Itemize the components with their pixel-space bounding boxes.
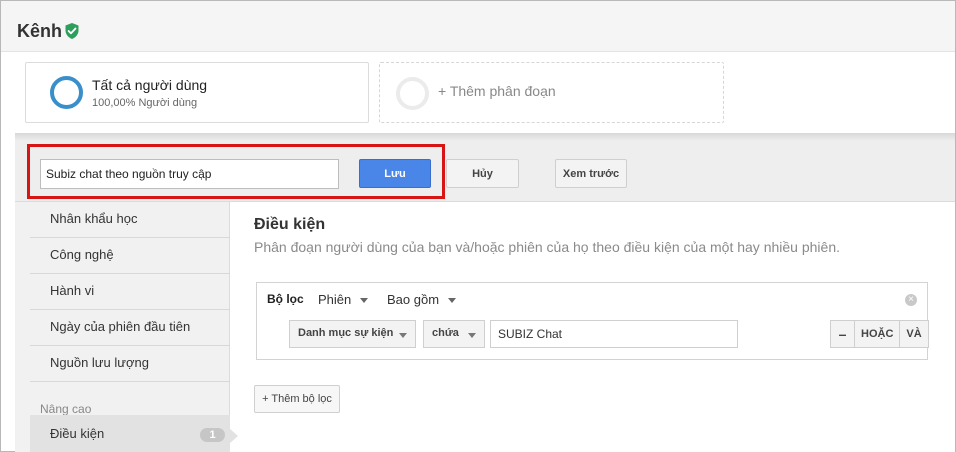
- sidebar-item-conditions[interactable]: Điều kiện 1: [30, 415, 230, 452]
- filter-include-value: Bao gồm: [387, 292, 440, 307]
- preview-button[interactable]: Xem trước: [555, 159, 627, 188]
- sidebar-item-traffic-sources[interactable]: Nguồn lưu lượng: [30, 346, 230, 382]
- chevron-down-icon: [399, 333, 407, 338]
- filter-label: Bộ lọc: [267, 292, 304, 306]
- filter-scope-dropdown[interactable]: Phiên: [318, 292, 369, 307]
- empty-segment-ring-icon: [396, 77, 429, 110]
- title-bar: Kênh: [1, 1, 955, 52]
- logic-button-group: – HOẶC VÀ: [830, 320, 929, 348]
- sidebar-item-technology[interactable]: Công nghệ: [30, 238, 230, 274]
- editor-shadow: [15, 133, 955, 141]
- filter-value-input[interactable]: [490, 320, 738, 348]
- filter-include-dropdown[interactable]: Bao gồm: [387, 292, 457, 307]
- sidebar-item-demographics[interactable]: Nhân khẩu học: [30, 202, 230, 238]
- report-header: Kênh Tất cả người dùng 100,00% Người dùn…: [1, 1, 955, 133]
- add-segment-label: + Thêm phân đoạn: [438, 83, 556, 99]
- segment-editor-toolbar: Lưu Hủy Xem trước: [15, 141, 955, 202]
- remove-condition-button[interactable]: –: [831, 321, 855, 347]
- filter-box: Bộ lọc Phiên Bao gồm × Danh mục sự kiện …: [256, 282, 929, 360]
- segment-editor: Lưu Hủy Xem trước Nhân khẩu học Công ngh…: [15, 133, 955, 452]
- dimension-dropdown[interactable]: Danh mục sự kiện: [289, 320, 416, 348]
- save-button[interactable]: Lưu: [359, 159, 431, 188]
- conditions-description: Phân đoạn người dùng của bạn và/hoặc phi…: [254, 239, 840, 255]
- or-button[interactable]: HOẶC: [855, 321, 901, 347]
- sidebar-item-first-session-date[interactable]: Ngày của phiên đầu tiên: [30, 310, 230, 346]
- dimension-value: Danh mục sự kiện: [298, 327, 394, 339]
- page-title: Kênh: [17, 21, 62, 41]
- verified-shield-icon: [65, 23, 79, 39]
- cancel-button[interactable]: Hủy: [446, 159, 519, 188]
- sidebar-item-label: Điều kiện: [50, 426, 105, 441]
- segment-name-input[interactable]: [40, 159, 339, 189]
- chevron-down-icon: [468, 333, 476, 338]
- filter-scope-value: Phiên: [318, 292, 352, 307]
- add-segment-button[interactable]: + Thêm phân đoạn: [379, 62, 724, 123]
- chevron-down-icon: [360, 298, 369, 304]
- conditions-title: Điều kiện: [254, 216, 326, 233]
- remove-filter-icon[interactable]: ×: [905, 294, 917, 306]
- sidebar-section-advanced: Nâng cao: [40, 402, 92, 416]
- condition-count-badge: 1: [200, 428, 225, 442]
- active-item-pointer: [229, 428, 238, 444]
- segment-ring-icon: [50, 76, 83, 109]
- operator-dropdown[interactable]: chứa: [423, 320, 485, 348]
- segment-card-all-users[interactable]: Tất cả người dùng 100,00% Người dùng: [25, 62, 369, 123]
- sidebar-item-behavior[interactable]: Hành vi: [30, 274, 230, 310]
- and-button[interactable]: VÀ: [900, 321, 928, 347]
- add-filter-button[interactable]: + Thêm bộ lọc: [254, 385, 340, 413]
- segment-percentage: 100,00% Người dùng: [92, 97, 198, 109]
- chevron-down-icon: [448, 298, 457, 304]
- segment-sidebar: Nhân khẩu học Công nghệ Hành vi Ngày của…: [15, 202, 230, 452]
- operator-value: chứa: [432, 327, 459, 339]
- segment-name: Tất cả người dùng: [92, 77, 208, 93]
